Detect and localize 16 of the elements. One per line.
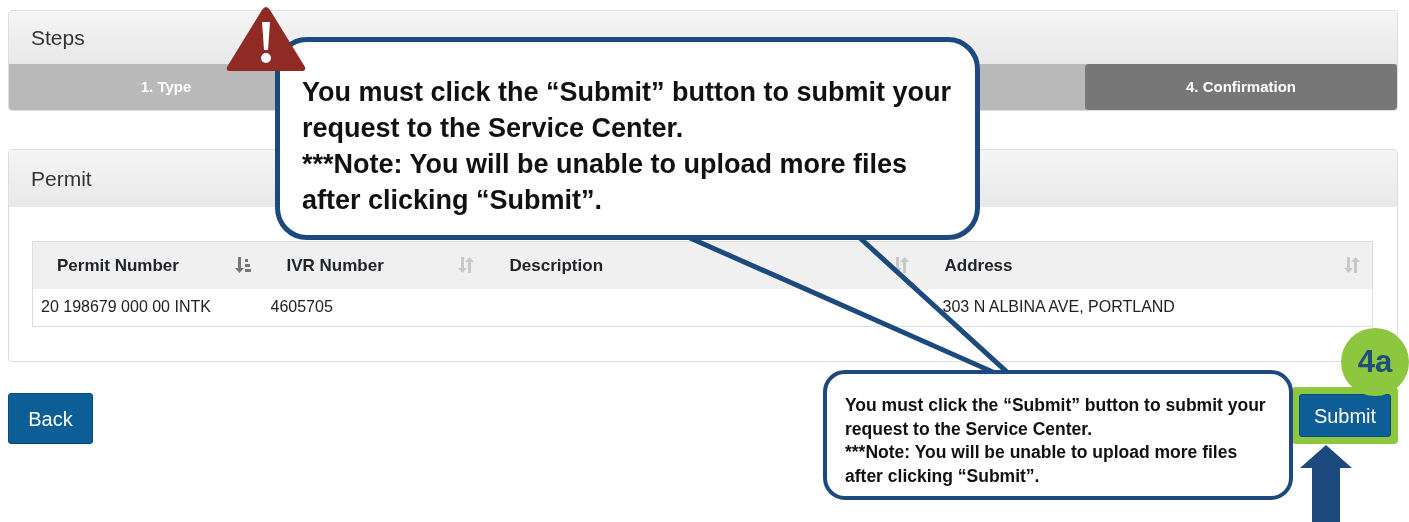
panel-title: Permit	[31, 165, 92, 192]
sort-icon[interactable]	[234, 256, 251, 275]
column-header[interactable]: Address	[944, 252, 1013, 278]
callout-text: You must click the “Submit” button to submit your request to the Service Center.	[302, 76, 952, 145]
callout-text: You must click the “Submit” button to submit your request to the Service Center.	[845, 394, 1267, 441]
back-button[interactable]: Back	[8, 393, 93, 444]
submit-button[interactable]: Submit	[1299, 394, 1391, 437]
table-cell: 4605705	[262, 288, 486, 327]
column-header[interactable]: Description	[509, 252, 604, 278]
table-cell: 303 N ALBINA AVE, PORTLAND	[920, 288, 1373, 327]
callout-text: ***Note: You will be unable to upload more files after clicking “Submit”.	[302, 148, 909, 217]
table-cell: 20 198679 000 00 INTK	[32, 288, 263, 327]
step-tab[interactable]: 4. Confirmation	[1085, 64, 1397, 110]
step-badge: 4a	[1341, 328, 1409, 396]
callout-text: ***Note: You will be unable to upload more files after clicking “Submit”.	[845, 441, 1239, 488]
panel-title: Steps	[31, 24, 85, 51]
